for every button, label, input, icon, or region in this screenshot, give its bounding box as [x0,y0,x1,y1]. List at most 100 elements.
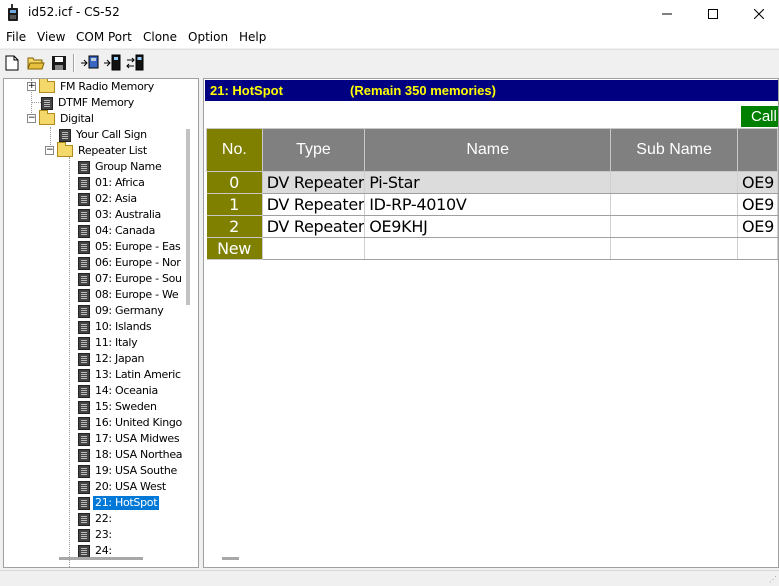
tree-item-dtmf-memory[interactable]: DTMF Memory [41,95,136,111]
table-row[interactable]: 2 DV Repeater OE9KHJ OE9 [206,215,778,238]
cell-name[interactable] [364,237,612,260]
tree-item-repeater-list[interactable]: − Repeater List [45,142,149,159]
tree-item-repeater-group[interactable]: 22: [78,511,114,527]
tree-item-repeater-group[interactable]: 13: Latin Americ [78,367,183,383]
tree-item-label: 11: Italy [95,336,138,349]
tree-item-repeater-group[interactable]: 06: Europe - Nor [78,255,183,271]
tree-item-fm-radio-memory[interactable]: + FM Radio Memory [27,79,156,95]
cell-type[interactable]: DV Repeater [262,171,366,194]
tree-item-label: 19: USA Southe [95,464,177,477]
close-button[interactable] [736,0,779,27]
menu-option[interactable]: Option [188,30,228,44]
tree-item-group-name[interactable]: Group Name [78,159,163,175]
group-title: 21: HotSpot [210,83,283,98]
tree-item-repeater-group[interactable]: 08: Europe - We [78,287,180,303]
column-header-sub-name[interactable]: Sub Name [610,128,739,172]
cell-no[interactable]: 2 [206,215,263,238]
tree-item-repeater-group[interactable]: 14: Oceania [78,383,160,399]
memory-chip-icon [78,480,90,494]
tree-item-repeater-group[interactable]: 04: Canada [78,223,157,239]
cell-no[interactable]: New [206,237,263,260]
tree-item-label: 07: Europe - Sou [95,272,182,285]
menu-help[interactable]: Help [239,30,266,44]
new-button[interactable] [2,53,22,73]
table-row[interactable]: 1 DV Repeater ID-RP-4010V OE9 [206,193,778,216]
cell-call-sign[interactable] [737,237,778,260]
tree-item-repeater-group[interactable]: 18: USA Northea [78,447,184,463]
tree-item-label: 01: Africa [95,176,145,189]
tree-item-digital[interactable]: − Digital [27,110,96,127]
menu-com-port[interactable]: COM Port [76,30,132,44]
minimize-button[interactable] [644,0,690,27]
memory-chip-icon [78,240,90,254]
memory-chip-icon [78,416,90,430]
memory-chip-icon [78,432,90,446]
clone-button[interactable] [126,53,146,73]
tree-item-repeater-group[interactable]: 17: USA Midwes [78,431,181,447]
cell-name[interactable]: Pi-Star [364,171,612,194]
tree-item-label: 20: USA West [95,480,166,493]
tree-item-repeater-group[interactable]: 10: Islands [78,319,153,335]
cell-no[interactable]: 0 [206,171,263,194]
memory-chip-icon [78,496,90,510]
read-from-radio-icon [81,55,99,69]
tree-item-repeater-group[interactable]: 23: [78,527,114,543]
cell-sub-name[interactable] [610,171,739,194]
resize-grip-icon[interactable]: ⋰ [769,575,777,584]
memory-chip-icon [78,224,90,238]
tree-item-repeater-group[interactable]: 19: USA Southe [78,463,179,479]
tree-item-repeater-group[interactable]: 21: HotSpot [78,495,160,511]
cell-name[interactable]: OE9KHJ [364,215,612,238]
expand-icon[interactable]: + [27,82,36,91]
tree-panel[interactable]: + FM Radio Memory DTMF Memory − Digital … [3,78,199,568]
tree-item-repeater-group[interactable]: 03: Australia [78,207,163,223]
column-header-name[interactable]: Name [364,128,612,172]
tree-vertical-scrollbar[interactable] [186,129,190,305]
tree-item-repeater-group[interactable]: 02: Asia [78,191,139,207]
maximize-button[interactable] [690,0,736,27]
write-to-radio-button[interactable] [103,53,123,73]
call-sign-button[interactable]: Call [741,106,778,127]
collapse-icon[interactable]: − [27,114,36,123]
cell-sub-name[interactable] [610,237,739,260]
tree-item-repeater-group[interactable]: 09: Germany [78,303,165,319]
folder-icon [39,79,55,93]
save-button[interactable] [49,53,69,73]
cell-sub-name[interactable] [610,193,739,216]
cell-no[interactable]: 1 [206,193,263,216]
tree-item-label: 10: Islands [95,320,152,333]
table-header-row: No. Type Name Sub Name [206,128,778,172]
cell-name[interactable]: ID-RP-4010V [364,193,612,216]
cell-call-sign[interactable]: OE9 [737,171,778,194]
column-header-call-sign[interactable] [737,128,778,172]
tree-item-repeater-group[interactable]: 16: United Kingo [78,415,184,431]
tree-item-repeater-group[interactable]: 15: Sweden [78,399,159,415]
cell-sub-name[interactable] [610,215,739,238]
new-file-icon [5,55,19,71]
tree-item-your-call-sign[interactable]: Your Call Sign [59,127,149,143]
tree-item-repeater-group[interactable]: 11: Italy [78,335,139,351]
grid-horizontal-scrollbar[interactable] [222,557,239,560]
cell-call-sign[interactable]: OE9 [737,193,778,216]
cell-type[interactable]: DV Repeater [262,215,366,238]
open-button[interactable] [26,53,46,73]
tree-item-repeater-group[interactable]: 07: Europe - Sou [78,271,184,287]
cell-type[interactable]: DV Repeater [262,193,366,216]
column-header-type[interactable]: Type [261,128,366,172]
tree-item-repeater-group[interactable]: 05: Europe - Eas [78,239,182,255]
memory-chip-icon [78,384,90,398]
tree-item-repeater-group[interactable]: 20: USA West [78,479,168,495]
cell-call-sign[interactable]: OE9 [737,215,778,238]
tree-horizontal-scrollbar[interactable] [59,557,143,560]
menu-clone[interactable]: Clone [143,30,177,44]
column-header-no[interactable]: No. [206,128,263,172]
tree-item-repeater-group[interactable]: 01: Africa [78,175,147,191]
table-row[interactable]: 0 DV Repeater Pi-Star OE9 [206,171,778,194]
table-row[interactable]: New [206,237,778,260]
cell-type[interactable] [262,237,366,260]
read-from-radio-button[interactable] [80,53,100,73]
collapse-icon[interactable]: − [45,146,54,155]
tree-item-repeater-group[interactable]: 12: Japan [78,351,146,367]
menu-file[interactable]: File [6,30,26,44]
menu-view[interactable]: View [37,30,65,44]
